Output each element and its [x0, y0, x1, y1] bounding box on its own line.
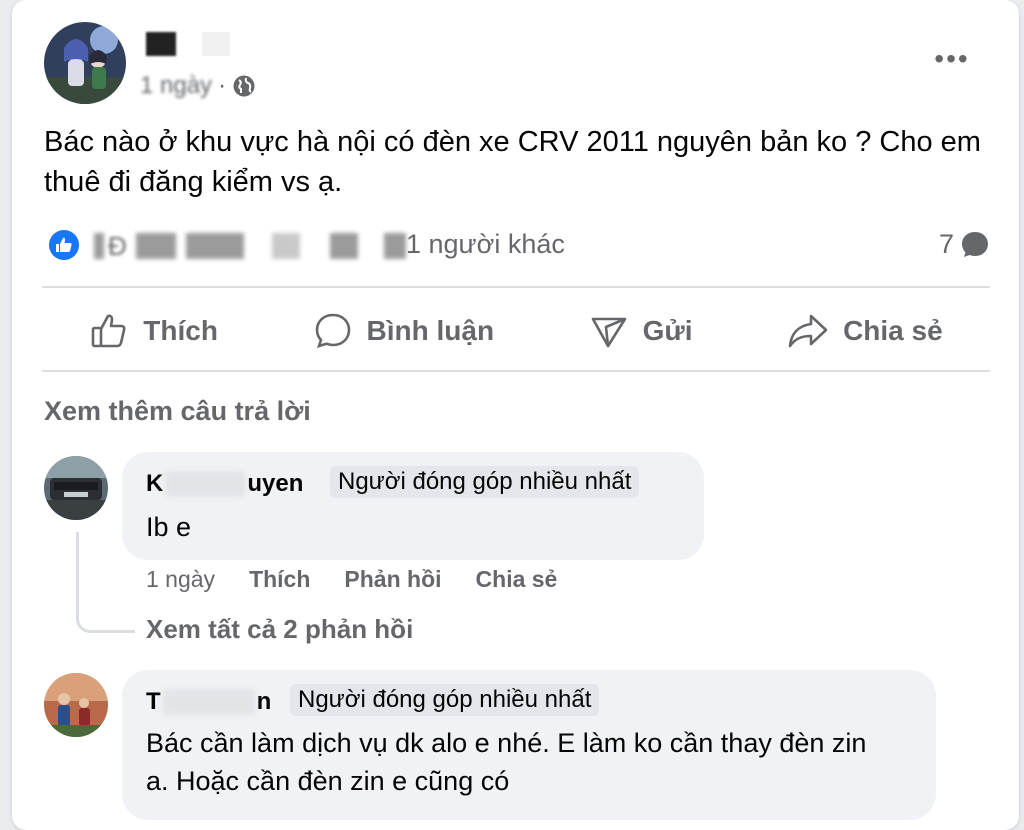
comment-2-text: Bác cần làm dịch vụ dk alo e nhé. E làm …: [146, 728, 867, 796]
like-icon: [89, 311, 129, 351]
comment-1-actions: 1 ngày Thích Phản hồi Chia sẻ: [146, 566, 557, 593]
view-all-replies-link[interactable]: Xem tất cả 2 phản hồi: [146, 614, 413, 645]
comment-2-author[interactable]: T n: [146, 688, 271, 716]
comment-2-name-start: T: [146, 688, 161, 715]
send-icon: [589, 311, 629, 351]
post-meta: 1 ngày ·: [140, 72, 256, 100]
comment-count[interactable]: 7: [939, 229, 990, 260]
comment-1-text: Ib e: [146, 512, 192, 542]
like-button[interactable]: Thích: [89, 311, 218, 351]
comment-2-name-end: n: [256, 688, 272, 715]
comment-2-avatar[interactable]: [44, 673, 108, 737]
comment-1-avatar[interactable]: [44, 456, 108, 520]
post-time[interactable]: 1 ngày: [140, 72, 212, 100]
reactions-others[interactable]: 1 người khác: [406, 229, 565, 260]
post-actions-bar: Thích Bình luận Gửi Chia sẻ: [42, 292, 990, 370]
comment-2-badge: Người đóng góp nhiều nhất: [290, 684, 600, 716]
comment-2-name-redacted: [162, 689, 255, 715]
comment-icon: [313, 311, 353, 351]
post-body: Bác nào ở khu vực hà nội có đèn xe CRV 2…: [44, 126, 981, 198]
comment-1-time[interactable]: 1 ngày: [146, 566, 215, 593]
send-button[interactable]: Gửi: [589, 311, 693, 351]
divider-top: [42, 286, 990, 288]
comment-1-author[interactable]: K uyen: [146, 470, 303, 498]
comment-1-name-redacted: [165, 471, 246, 497]
comment-1-name-start: K: [146, 470, 164, 497]
comment-1-bubble: K uyen Người đóng góp nhiều nhất Ib e: [122, 452, 704, 560]
post-card: 1 ngày · ••• Bác nào ở khu vực hà nội có…: [12, 0, 1019, 830]
like-reaction-icon: [46, 227, 82, 263]
comment-1-name-end: uyen: [247, 470, 304, 497]
more-options-button[interactable]: •••: [930, 45, 974, 73]
share-icon: [787, 311, 829, 351]
like-button-label: Thích: [143, 315, 218, 346]
see-more-replies-link[interactable]: Xem thêm câu trả lời: [44, 396, 311, 427]
share-button[interactable]: Chia sẻ: [787, 311, 943, 351]
divider-bottom: [42, 370, 990, 372]
comment-1-badge: Người đóng góp nhiều nhất: [330, 466, 640, 498]
comment-button-label: Bình luận: [366, 315, 495, 346]
post-author-name-redacted[interactable]: [140, 28, 240, 58]
reaction-names-redacted: Đ: [94, 231, 406, 261]
comment-2-bubble: T n Người đóng góp nhiều nhất Bác cần là…: [122, 670, 936, 820]
reaction-prefix: Đ: [108, 231, 127, 261]
reactions-row[interactable]: Đ 1 người khác 7: [46, 225, 990, 265]
comment-button[interactable]: Bình luận: [313, 311, 495, 351]
comment-1-share-button[interactable]: Chia sẻ: [476, 566, 558, 593]
comment-1-reply-button[interactable]: Phản hồi: [344, 566, 441, 593]
comment-count-number: 7: [938, 229, 954, 259]
post-author-avatar[interactable]: [44, 22, 126, 104]
send-button-label: Gửi: [642, 315, 693, 346]
comment-bubble-icon: [960, 230, 990, 260]
comment-1-like-button[interactable]: Thích: [249, 566, 310, 593]
globe-icon: [232, 74, 256, 98]
share-button-label: Chia sẻ: [843, 315, 943, 346]
meta-separator: ·: [218, 72, 227, 99]
